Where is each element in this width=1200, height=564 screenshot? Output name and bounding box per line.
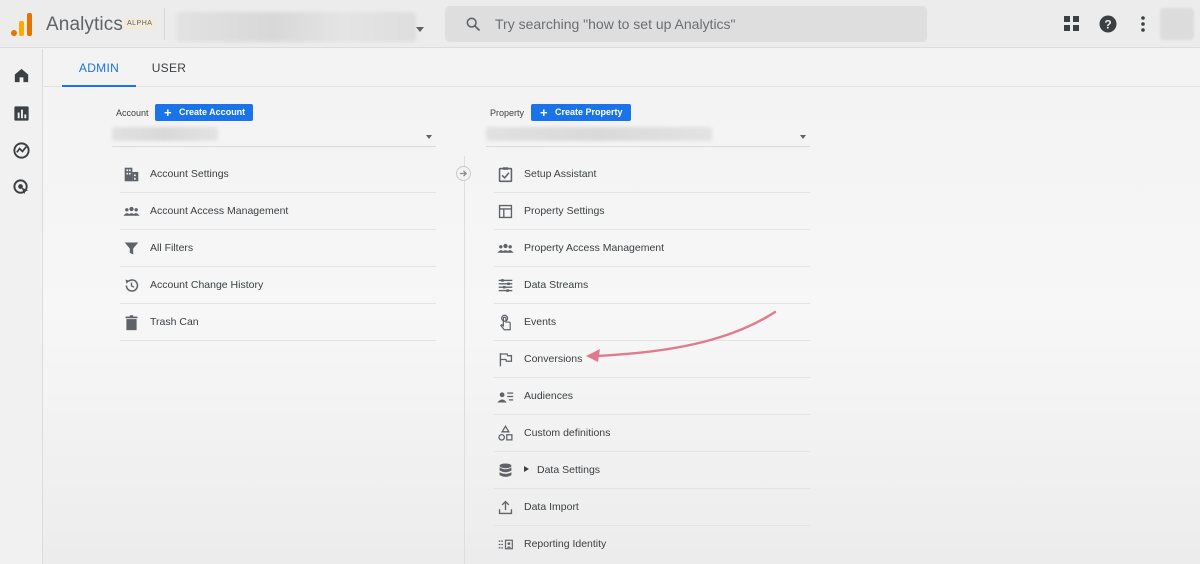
property-column-label: Property [490, 108, 525, 118]
explore-icon[interactable] [12, 141, 31, 160]
header-divider [164, 8, 165, 40]
tab-admin[interactable]: ADMIN [62, 49, 136, 87]
streams-icon [498, 279, 513, 292]
layout-icon [498, 204, 513, 219]
chevron-down-icon[interactable] [426, 135, 432, 139]
plus-icon: + [164, 105, 172, 120]
menu-item-label: Trash Can [150, 316, 199, 328]
arrow-right-icon [459, 170, 468, 177]
menu-item-data-import[interactable]: Data Import [494, 489, 810, 526]
menu-item-data-settings[interactable]: Data Settings [494, 452, 810, 489]
search-icon [466, 17, 480, 31]
menu-item-data-streams[interactable]: Data Streams [494, 267, 810, 304]
menu-item-conversions[interactable]: Conversions [494, 341, 810, 378]
menu-item-custom-definitions[interactable]: Custom definitions [494, 415, 810, 452]
filter-icon [124, 242, 139, 255]
touch-icon [500, 314, 511, 331]
side-navigation [0, 49, 43, 564]
menu-item-setup-assistant[interactable]: Setup Assistant [494, 156, 810, 193]
help-icon[interactable]: ? [1098, 14, 1118, 34]
menu-item-audiences[interactable]: Audiences [494, 378, 810, 415]
menu-item-label: Custom definitions [524, 427, 611, 439]
create-property-label: Create Property [555, 107, 623, 117]
database-icon [499, 463, 512, 477]
top-app-bar: Analytics ALPHA ? [0, 0, 1200, 48]
menu-item-label: Property Access Management [524, 242, 665, 254]
menu-item-label: Property Settings [524, 205, 605, 217]
menu-item-label: Audiences [524, 390, 574, 402]
search-bar[interactable] [445, 6, 927, 42]
avatar[interactable] [1160, 8, 1194, 40]
apps-grid-icon[interactable] [1062, 14, 1082, 34]
app-title[interactable]: Analytics [46, 14, 123, 36]
alpha-badge: ALPHA [124, 18, 156, 29]
menu-item-label: Account Settings [150, 168, 229, 180]
menu-item-property-access-management[interactable]: Property Access Management [494, 230, 810, 267]
create-account-label: Create Account [179, 107, 246, 117]
more-vert-icon[interactable] [1133, 14, 1153, 34]
property-selector-underline [486, 146, 810, 147]
identity-icon [498, 539, 513, 550]
menu-item-label: Reporting Identity [524, 538, 607, 550]
create-property-button[interactable]: + Create Property [531, 104, 631, 121]
account-property-picker[interactable] [176, 12, 416, 42]
audience-icon [497, 392, 514, 403]
menu-item-account-change-history[interactable]: Account Change History [120, 267, 436, 304]
tab-user[interactable]: USER [144, 49, 194, 87]
account-selector-underline [112, 146, 436, 147]
menu-item-events[interactable]: Events [494, 304, 810, 341]
column-divider [464, 156, 465, 564]
upload-icon [498, 500, 513, 515]
svg-text:?: ? [1104, 18, 1111, 32]
menu-item-trash-can[interactable]: Trash Can [120, 304, 436, 341]
people-icon [497, 243, 514, 253]
expand-column-button[interactable] [456, 166, 471, 181]
menu-item-account-settings[interactable]: Account Settings [120, 156, 436, 193]
account-selector[interactable] [112, 127, 218, 141]
home-icon[interactable] [12, 66, 31, 85]
menu-item-label: Conversions [524, 353, 583, 365]
people-icon [123, 206, 140, 216]
search-input[interactable] [495, 6, 915, 42]
menu-item-label: Setup Assistant [524, 168, 597, 180]
checkbox-icon [498, 167, 513, 183]
menu-item-label: Data Import [524, 501, 579, 513]
menu-item-label: Data Streams [524, 279, 589, 291]
trash-icon [125, 315, 138, 331]
menu-item-label: Data Settings [537, 464, 601, 476]
menu-item-label: Account Change History [150, 279, 264, 291]
menu-item-property-settings[interactable]: Property Settings [494, 193, 810, 230]
chevron-down-icon[interactable] [416, 27, 424, 32]
flag-icon [499, 353, 513, 367]
analytics-logo-icon[interactable] [10, 12, 34, 36]
chevron-down-icon[interactable] [800, 135, 806, 139]
admin-tabs: ADMIN USER [44, 49, 1200, 87]
property-selector[interactable] [486, 127, 712, 141]
menu-item-all-filters[interactable]: All Filters [120, 230, 436, 267]
menu-item-label: All Filters [150, 242, 194, 254]
plus-icon: + [540, 105, 548, 120]
reports-icon[interactable] [12, 104, 31, 123]
building-icon [124, 167, 139, 182]
shapes-icon [498, 425, 513, 441]
create-account-button[interactable]: + Create Account [155, 104, 254, 121]
advertising-icon[interactable] [12, 178, 31, 197]
menu-item-label: Events [524, 316, 557, 328]
caret-right-icon[interactable] [524, 466, 529, 472]
menu-item-account-access-management[interactable]: Account Access Management [120, 193, 436, 230]
menu-item-label: Account Access Management [150, 205, 289, 217]
account-column-label: Account [116, 108, 149, 118]
menu-item-reporting-identity[interactable]: Reporting Identity [494, 526, 810, 563]
history-icon [125, 279, 139, 292]
